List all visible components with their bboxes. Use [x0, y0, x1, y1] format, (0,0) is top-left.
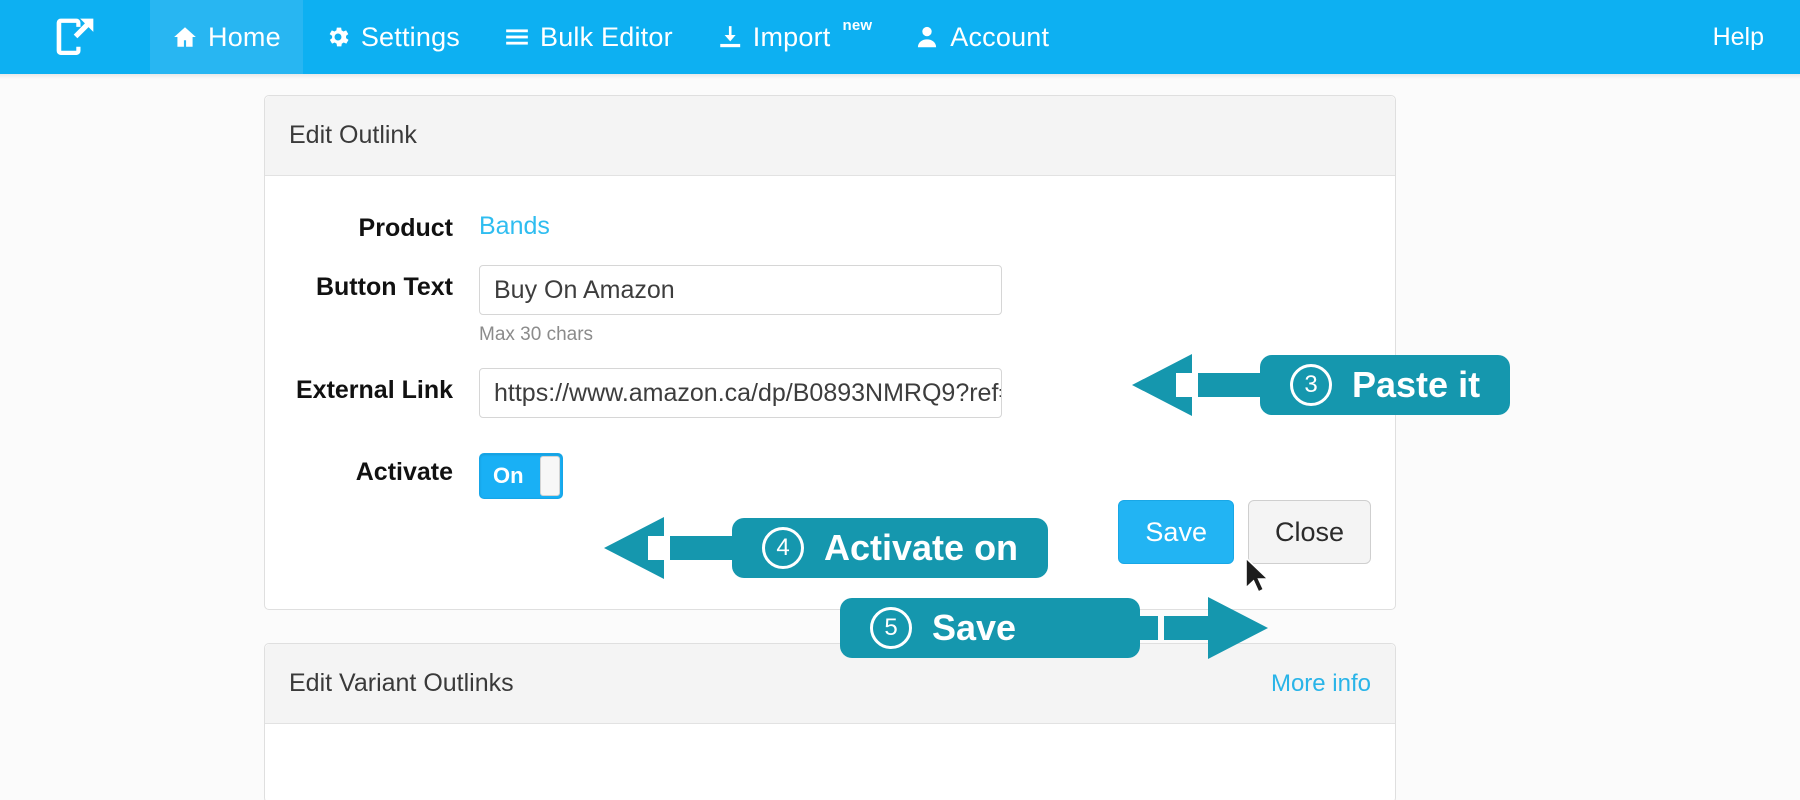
- external-link-input[interactable]: https://www.amazon.ca/dp/B0893NMRQ9?ref=…: [479, 368, 1002, 418]
- activate-control: On: [479, 450, 1371, 499]
- top-navbar: Home Settings Bulk Editor Import new Acc…: [0, 0, 1800, 74]
- gear-icon: [325, 24, 351, 50]
- field-row-product: Product Bands: [289, 206, 1371, 243]
- arrow-left-icon: [1132, 352, 1260, 418]
- more-info-link[interactable]: More info: [1271, 670, 1371, 698]
- callout-activate-on-number: 4: [762, 527, 804, 569]
- nav-item-bulk-editor-label: Bulk Editor: [540, 21, 673, 52]
- callout-paste-it-number: 3: [1290, 364, 1332, 406]
- nav-item-account-label: Account: [950, 21, 1050, 52]
- callout-paste-it: 3 Paste it: [1132, 352, 1511, 418]
- activate-toggle-state: On: [493, 463, 524, 488]
- nav-item-import-label: Import: [752, 21, 831, 52]
- callout-paste-it-text: Paste it: [1352, 364, 1481, 405]
- nav-item-home[interactable]: Home: [150, 0, 303, 74]
- page-top-shadow: [0, 74, 1800, 79]
- button-text-label: Button Text: [315, 273, 453, 301]
- callout-save-pill: 5 Save: [840, 598, 1140, 658]
- home-icon: [172, 24, 198, 50]
- button-text-input[interactable]: Buy On Amazon: [479, 265, 1002, 315]
- callout-paste-it-pill: 3 Paste it: [1260, 355, 1511, 415]
- help-link[interactable]: Help: [1713, 23, 1764, 52]
- callout-save-number: 5: [870, 607, 912, 649]
- callout-activate-on-pill: 4 Activate on: [732, 518, 1049, 578]
- callout-activate-on-text: Activate on: [824, 527, 1019, 568]
- callout-save-text: Save: [932, 607, 1017, 648]
- nav-item-home-label: Home: [208, 21, 281, 52]
- arrow-right-icon: [1140, 595, 1268, 661]
- field-row-button-text: Button Text Buy On Amazon Max 30 chars: [289, 265, 1371, 346]
- nav-items: Home Settings Bulk Editor Import new Acc…: [150, 0, 1071, 74]
- nav-item-settings-label: Settings: [360, 21, 460, 52]
- bars-icon: [504, 24, 530, 50]
- user-icon: [914, 24, 940, 50]
- nav-item-settings[interactable]: Settings: [303, 0, 482, 74]
- download-icon: [717, 24, 743, 50]
- app-root: Home Settings Bulk Editor Import new Acc…: [0, 0, 1800, 800]
- activate-toggle-knob[interactable]: [540, 456, 560, 496]
- callout-activate-on: 4 Activate on: [604, 515, 1049, 581]
- external-link-label: External Link: [296, 376, 453, 404]
- product-link[interactable]: Bands: [479, 206, 550, 241]
- field-row-activate: Activate On: [289, 450, 1371, 499]
- activate-toggle[interactable]: On: [479, 453, 563, 499]
- edit-outlink-title: Edit Outlink: [289, 121, 417, 149]
- nav-item-bulk-editor[interactable]: Bulk Editor: [482, 0, 695, 74]
- product-label: Product: [358, 214, 453, 242]
- nav-item-import[interactable]: Import new: [695, 0, 893, 74]
- arrow-left-icon: [604, 515, 732, 581]
- nav-item-account[interactable]: Account: [892, 0, 1071, 74]
- product-control: Bands: [479, 206, 1371, 241]
- external-link-square-icon: [53, 15, 97, 59]
- new-badge: new: [842, 16, 873, 34]
- nav-right-group: Help: [1713, 0, 1800, 74]
- edit-variant-outlinks-title: Edit Variant Outlinks: [289, 669, 514, 697]
- button-text-helper: Max 30 chars: [479, 324, 594, 345]
- save-button[interactable]: Save: [1118, 500, 1234, 564]
- callout-save: 5 Save: [840, 595, 1268, 661]
- activate-label: Activate: [355, 458, 453, 486]
- form-action-buttons: Save Close: [1118, 500, 1371, 564]
- edit-variant-outlinks-panel: Edit Variant Outlinks More info: [264, 643, 1396, 800]
- brand-logo[interactable]: [0, 0, 150, 74]
- button-text-control: Buy On Amazon Max 30 chars: [479, 265, 1371, 346]
- edit-outlink-panel-body: Product Bands Button Text Buy On Amazon …: [265, 176, 1395, 499]
- edit-outlink-panel-header: Edit Outlink: [265, 96, 1395, 176]
- close-button[interactable]: Close: [1247, 500, 1371, 564]
